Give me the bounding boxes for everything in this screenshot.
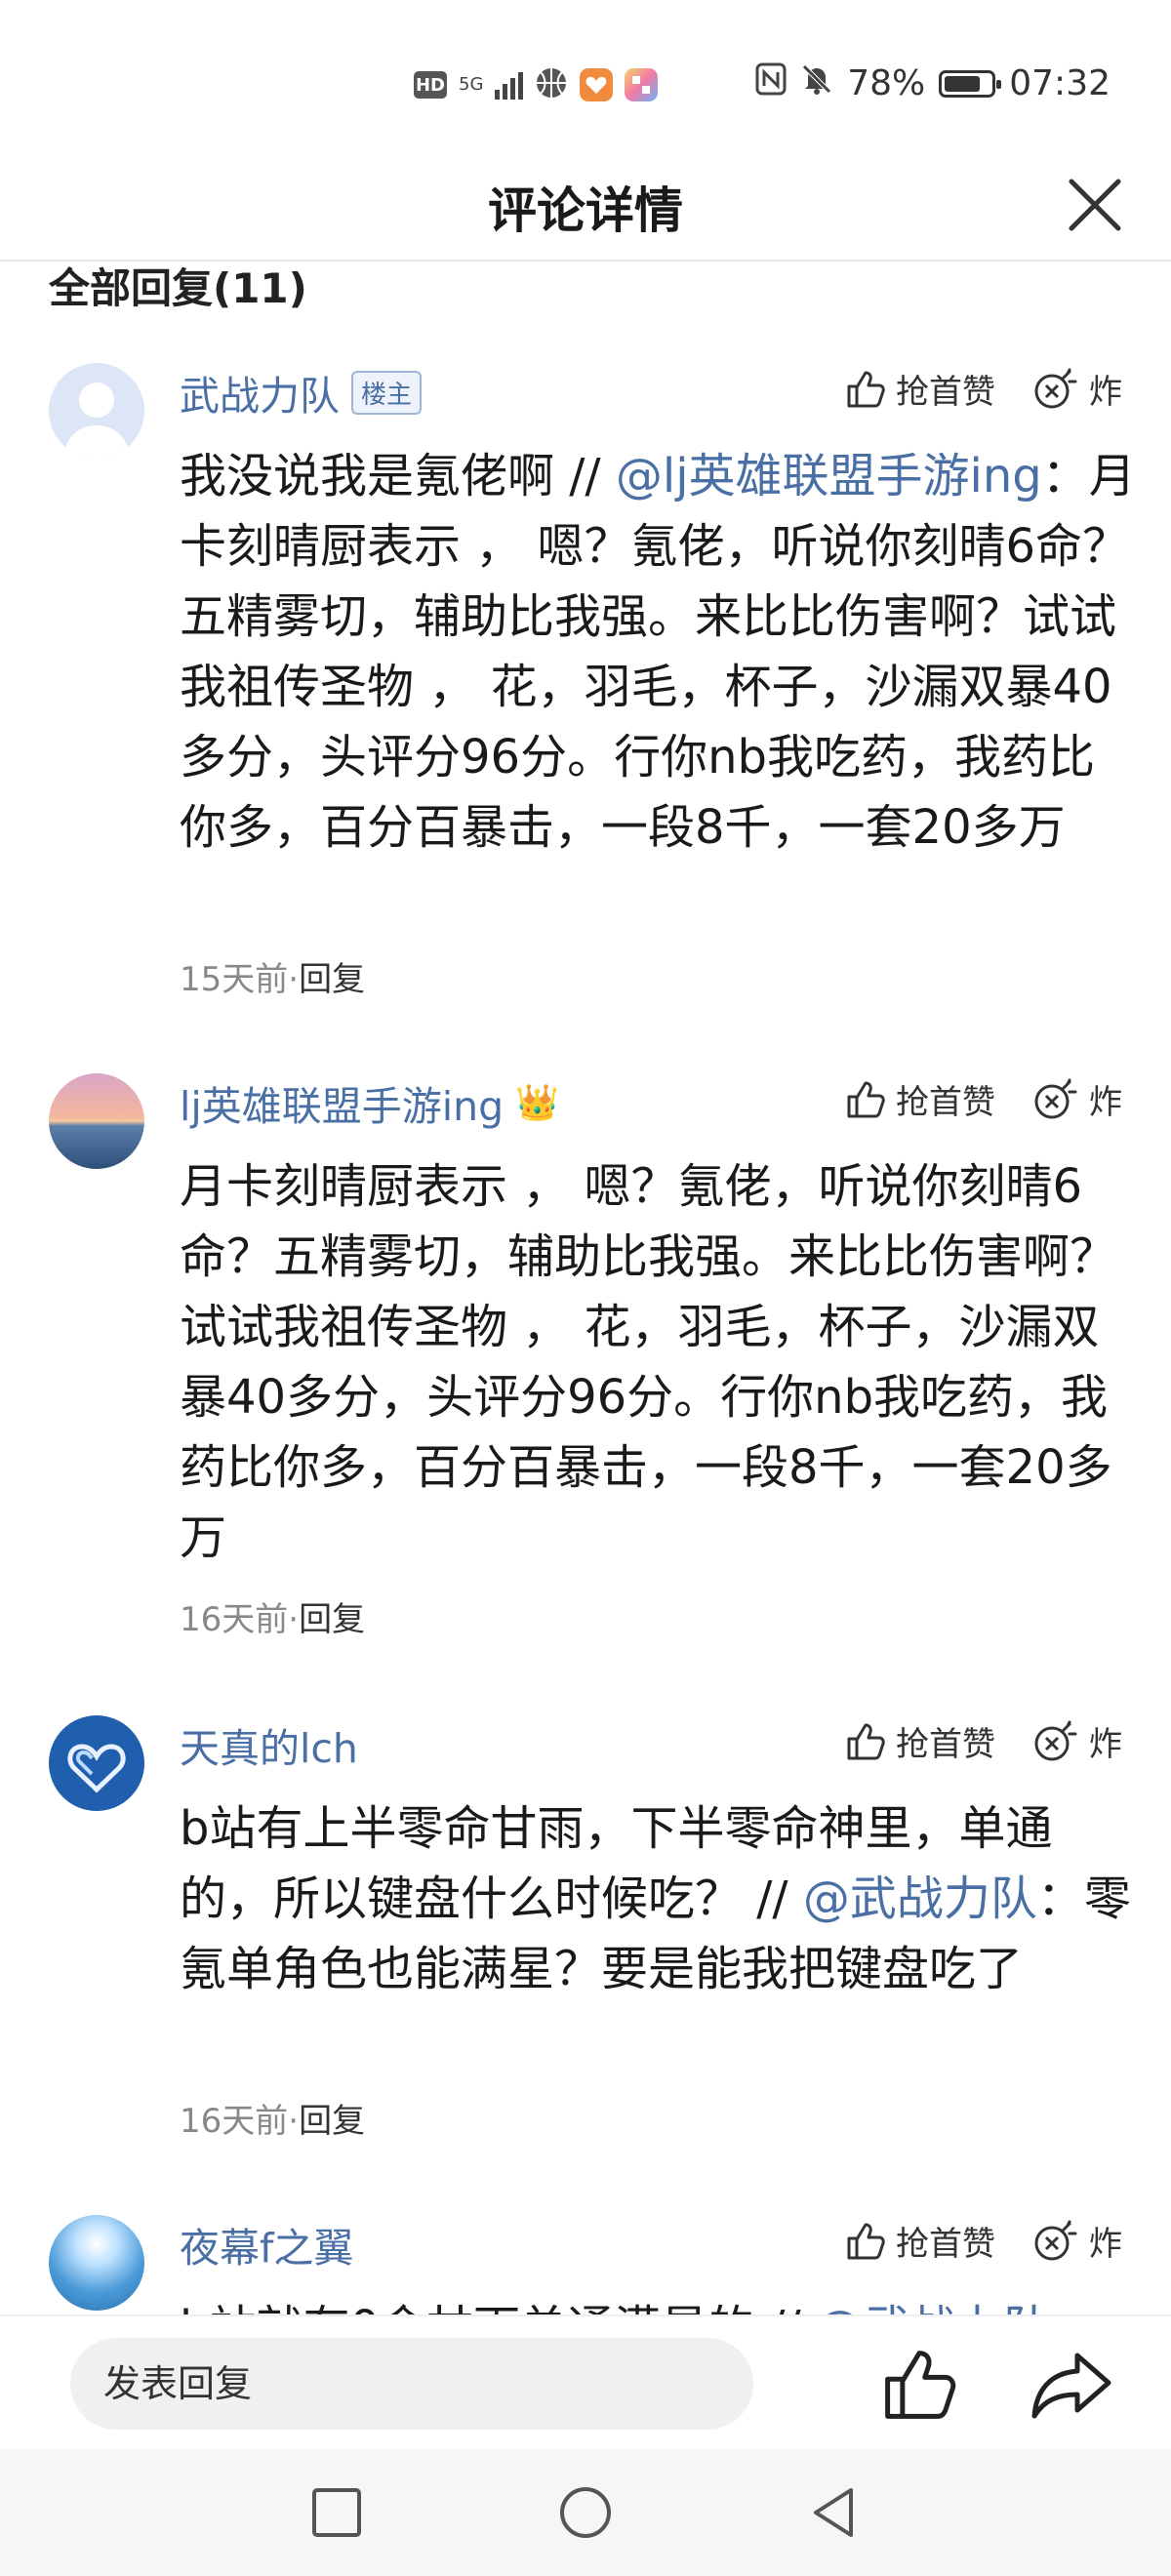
username-text[interactable]: 夜幕f之翼 [180,2215,353,2274]
bomb-label: 炸 [1089,1725,1122,1764]
like-label: 抢首赞 [896,373,995,412]
separator: · [288,1600,300,1639]
close-button[interactable] [1058,168,1132,242]
timestamp: 16天前 [180,1600,289,1639]
battery-icon [939,69,1002,98]
bomb-label: 炸 [1089,373,1122,412]
avatar[interactable] [49,2215,144,2311]
bomb-icon [1034,1078,1077,1118]
username[interactable]: 夜幕f之翼 [180,2215,353,2274]
hd-icon: HD [414,71,447,99]
triangle-back-icon [814,2488,853,2537]
bomb-icon [1034,368,1077,408]
username-text[interactable]: 天真的lch [180,1715,358,1774]
bomb-icon [1034,1720,1077,1760]
username[interactable]: lj英雄联盟手游ing 👑 [180,1073,559,1132]
like-button[interactable]: 抢首赞 [845,2217,995,2265]
grid-app-icon [625,68,659,101]
reply-input[interactable] [70,2338,753,2430]
nfc-icon [755,62,787,104]
status-right: 78% 07:32 [755,62,1110,104]
basketball-icon [535,66,568,103]
like-label: 抢首赞 [896,1725,995,1764]
status-bar: HD 5G 78% 07:32 [0,0,1171,146]
replies-count-heading: 全部回复(11) [49,264,307,312]
bomb-label: 炸 [1089,1083,1122,1122]
circle-icon [560,2487,611,2538]
mention-link[interactable]: @lj英雄联盟手游ing [616,449,1042,503]
system-nav-bar [0,2449,1171,2576]
like-post-button[interactable] [880,2346,958,2424]
comment-text-part: ：月卡刻晴厨表示 ， 嗯？氪佬，听说你刻晴6命？五精雾切，辅助比我强。来比比伤害… [180,449,1136,855]
comment-actions: 抢首赞 炸 [845,1075,1122,1123]
comment-item: 夜幕f之翼 抢首赞 炸 b站就有0命甘雨单通满星的 // @武战力队 [0,2215,1171,2314]
like-button[interactable]: 抢首赞 [845,365,995,413]
share-icon [1031,2353,1111,2419]
signal-icon: 5G [459,76,483,94]
timestamp: 15天前 [180,960,289,999]
back-button[interactable] [800,2478,868,2547]
separator: · [288,2102,300,2141]
thumb-up-icon [847,1081,885,1117]
comment-actions: 抢首赞 炸 [845,2217,1122,2265]
reply-button[interactable]: 回复 [299,1600,365,1639]
username-text[interactable]: lj英雄联盟手游ing [180,1073,504,1132]
like-button[interactable]: 抢首赞 [845,1717,995,1765]
thumb-up-icon [885,2351,956,2419]
comment-text: 我没说我是氪佬啊 // @lj英雄联盟手游ing：月卡刻晴厨表示 ， 嗯？氪佬，… [180,441,1136,863]
crown-icon: 👑 [515,1083,560,1123]
comment-meta: 16天前·回复 [180,1592,365,1640]
comment-text-part: b站就有0命甘雨单通满星的 // [180,2301,816,2314]
comment-actions: 抢首赞 炸 [845,1717,1122,1765]
avatar[interactable] [49,363,144,459]
mention-link[interactable]: @武战力队 [816,2301,1050,2314]
bomb-button[interactable]: 炸 [1032,365,1122,413]
like-label: 抢首赞 [896,2225,995,2264]
comment-meta: 16天前·回复 [180,2094,365,2142]
close-icon [1069,179,1121,231]
avatar[interactable] [49,1715,144,1811]
signal-label: 5G [459,74,484,95]
signal-bars-icon [495,70,524,100]
separator: · [288,960,300,999]
heart-app-icon [580,68,614,101]
comment-text: b站有上半零命甘雨，下半零命神里，单通的，所以键盘什么时候吃？ // @武战力队… [180,1793,1136,2004]
thumb-up-icon [847,1723,885,1759]
comment-text: b站就有0命甘雨单通满星的 // @武战力队 [180,2293,1136,2314]
comment-text: 月卡刻晴厨表示 ， 嗯？氪佬，听说你刻晴6命？五精雾切，辅助比我强。来比比伤害啊… [180,1159,1117,1565]
clock: 07:32 [1009,63,1110,103]
square-icon [312,2488,361,2537]
reply-bar [0,2314,1171,2451]
mention-link[interactable]: @武战力队 [803,1872,1037,1926]
mute-icon [800,62,833,104]
bomb-icon [1034,2220,1077,2260]
like-label: 抢首赞 [896,1083,995,1122]
timestamp: 16天前 [180,2102,289,2141]
share-button[interactable] [1029,2346,1114,2424]
page-header: 评论详情 [0,146,1171,262]
comment-text-part: 我没说我是氪佬啊 // [180,449,616,503]
reply-button[interactable]: 回复 [299,960,365,999]
avatar[interactable] [49,1073,144,1169]
username[interactable]: 天真的lch [180,1715,358,1774]
op-badge: 楼主 [351,370,423,415]
battery-percent: 78% [847,63,926,103]
bomb-button[interactable]: 炸 [1032,1075,1122,1123]
comment-meta: 15天前·回复 [180,952,365,1000]
bomb-button[interactable]: 炸 [1032,2217,1122,2265]
page-title: 评论详情 [488,182,683,239]
home-button[interactable] [551,2478,620,2547]
like-button[interactable]: 抢首赞 [845,1075,995,1123]
username-text[interactable]: 武战力队 [180,363,340,422]
recent-apps-button[interactable] [303,2478,371,2547]
reply-button[interactable]: 回复 [299,2102,365,2141]
thumb-up-icon [847,2223,885,2259]
thumb-up-icon [847,371,885,407]
status-left: HD 5G [414,66,659,103]
comment-actions: 抢首赞 炸 [845,365,1122,413]
bomb-label: 炸 [1089,2225,1122,2264]
username[interactable]: 武战力队 楼主 [180,363,423,422]
bomb-button[interactable]: 炸 [1032,1717,1122,1765]
